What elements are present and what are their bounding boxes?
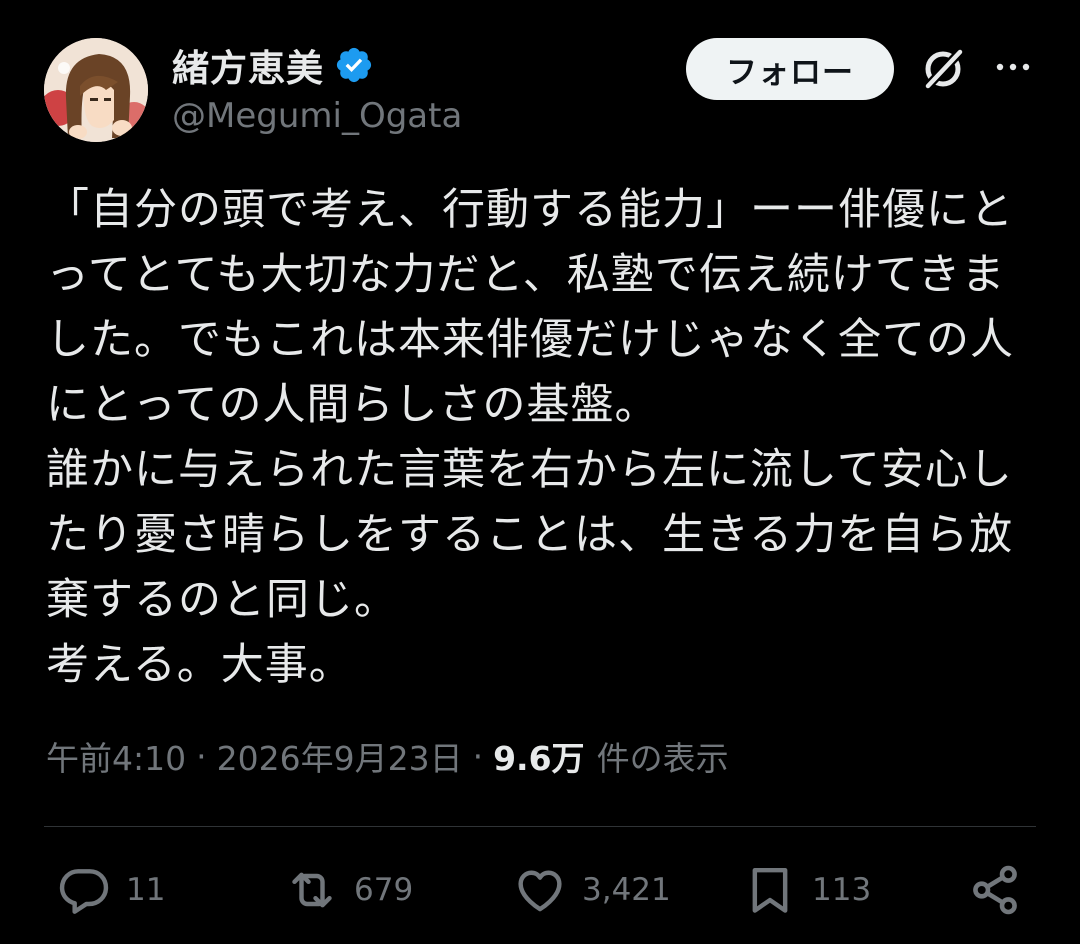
verified-badge-icon[interactable] <box>334 45 374 85</box>
like-button[interactable]: 3,421 <box>512 858 671 922</box>
views-label[interactable]: 件の表示 <box>597 732 729 780</box>
author-handle[interactable]: @Megumi_Ogata <box>172 96 462 136</box>
bookmark-button[interactable]: 113 <box>742 858 871 922</box>
action-bar: 11 679 3,421 113 <box>0 858 1080 922</box>
like-count: 3,421 <box>582 872 671 908</box>
author-display-name[interactable]: 緒方恵美 <box>172 38 324 92</box>
views-count[interactable]: 9.6万 <box>493 732 584 780</box>
share-icon <box>973 865 1017 915</box>
share-button[interactable] <box>966 858 1024 922</box>
tweet-text-line: にとっての人間らしさの基盤。 <box>46 380 659 430</box>
tweet-text-line: たり憂さ晴らしをすることは、生きる力を自ら放 <box>46 510 1014 560</box>
reply-button[interactable]: 11 <box>56 858 165 922</box>
tweet-text-line: ってとても大切な力だと、私塾で伝え続けてきま <box>46 250 1006 300</box>
avatar[interactable] <box>44 38 148 142</box>
heart-icon <box>518 870 562 912</box>
author-name-row: 緒方恵美 <box>172 40 374 90</box>
tweet-text: 「自分の頭で考え、行動する能力」ーー俳優にと ってとても大切な力だと、私塾で伝え… <box>46 178 1036 698</box>
bookmark-icon <box>752 867 788 913</box>
tweet-time[interactable]: 午前4:10 <box>46 732 186 780</box>
divider <box>44 826 1036 827</box>
more-horizontal-icon[interactable] <box>994 52 1034 82</box>
reply-count: 11 <box>126 872 166 908</box>
grok-icon[interactable] <box>918 44 968 94</box>
meta-separator: · <box>472 736 484 776</box>
tweet-date[interactable]: 2026年9月23日 <box>217 732 463 780</box>
tweet-card: 緒方恵美 @Megumi_Ogata フォロー 「自分の頭で考え、行動する能力」… <box>0 0 1080 944</box>
tweet-text-line: 考える。大事。 <box>46 640 353 690</box>
tweet-meta: 午前4:10 · 2026年9月23日 · 9.6万 件の表示 <box>46 730 729 782</box>
meta-separator: · <box>196 736 207 776</box>
avatar-illustration-icon <box>44 38 148 142</box>
repost-icon <box>292 872 332 908</box>
tweet-text-line: した。でもこれは本来俳優だけじゃなく全ての人 <box>46 315 1014 365</box>
tweet-text-line: 誰かに与えられた言葉を右から左に流して安心し <box>46 445 1013 495</box>
follow-button[interactable]: フォロー <box>686 38 894 100</box>
repost-count: 679 <box>354 872 414 908</box>
repost-button[interactable]: 679 <box>284 858 413 922</box>
bookmark-count: 113 <box>812 872 872 908</box>
tweet-text-line: 「自分の頭で考え、行動する能力」ーー俳優にと <box>46 185 1014 235</box>
tweet-text-line: 棄するのと同じ。 <box>46 575 398 625</box>
reply-icon <box>59 869 109 914</box>
